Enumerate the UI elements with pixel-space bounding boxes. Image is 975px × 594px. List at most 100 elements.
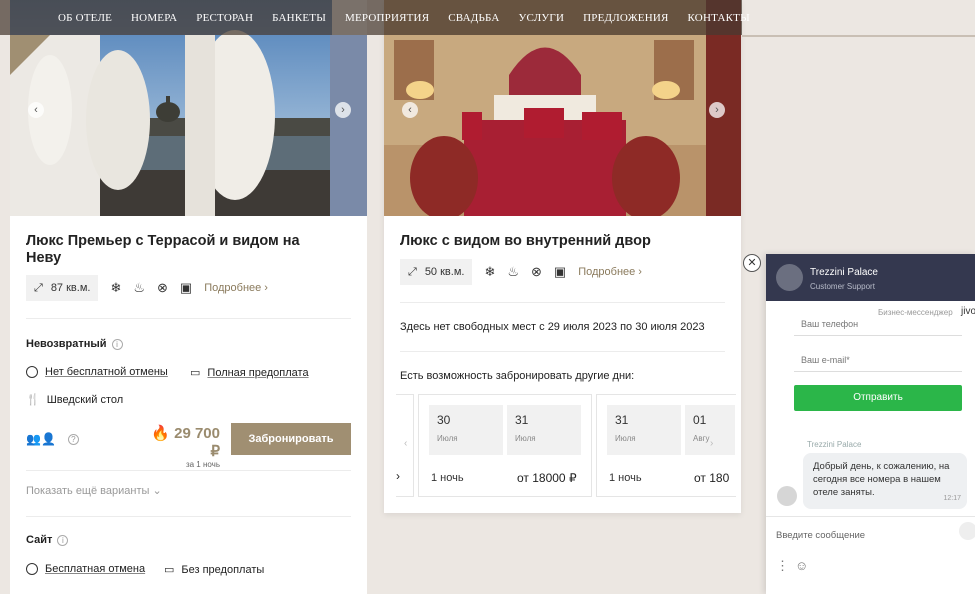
- date-price: от 18000 ₽: [517, 471, 577, 485]
- date-from: 30 Июля: [429, 405, 503, 455]
- book-button[interactable]: Забронировать: [231, 423, 351, 455]
- photo-prev-arrow[interactable]: ‹: [402, 102, 418, 118]
- cutlery-icon: 🍴: [26, 394, 40, 406]
- details-link[interactable]: Подробнее ›: [204, 282, 268, 294]
- meal-option: 🍴 Шведский стол: [26, 393, 124, 407]
- nav-divider: [742, 35, 975, 37]
- room-amenities: ⤢ 87 кв.м. ❄ ♨ ⊗ ▣ Подробнее ›: [26, 275, 268, 301]
- chat-title: Trezzini Palace: [810, 267, 878, 278]
- photo-prev-arrow[interactable]: ‹: [28, 102, 44, 118]
- date-price: от 180: [694, 471, 730, 485]
- jivo-logo: jivo: [961, 306, 975, 317]
- safe-icon: ▣: [179, 280, 193, 295]
- info-icon[interactable]: ?: [67, 433, 79, 445]
- message-text: Добрый день, к сожалению, на сегодня все…: [813, 461, 950, 498]
- nav-item[interactable]: ОБ ОТЕЛЕ: [58, 12, 112, 24]
- nav-item[interactable]: НОМЕРА: [131, 12, 177, 24]
- cancel-option: Нет бесплатной отмены: [26, 366, 168, 378]
- price-block: 🔥 29 700 ₽ за 1 ночь: [140, 424, 220, 469]
- photo-next-arrow[interactable]: ›: [335, 102, 351, 118]
- message-bubble: Добрый день, к сожалению, на сегодня все…: [803, 453, 967, 509]
- date-from: 31 Июля: [607, 405, 681, 455]
- emoji-icon[interactable]: ☺: [795, 558, 808, 574]
- card-off-icon: ▭: [164, 564, 175, 576]
- area-badge: ⤢ 87 кв.м.: [26, 275, 99, 301]
- chat-close-button[interactable]: ✕: [743, 254, 761, 272]
- no-smoking-icon: ⊗: [531, 264, 542, 279]
- agent-avatar: [776, 264, 803, 291]
- prepay-option: ▭ Полная предоплата: [190, 366, 309, 380]
- nav-item[interactable]: КОНТАКТЫ: [688, 12, 750, 24]
- expand-icon: ⤢: [408, 265, 417, 278]
- email-field[interactable]: Ваш e-mail*: [794, 350, 962, 372]
- date-to: 31 Июля: [507, 405, 581, 455]
- divider: [26, 516, 351, 517]
- room-amenities: ⤢ 50 кв.м. ❄ ♨ ⊗ ▣ Подробнее ›: [400, 259, 642, 285]
- area-badge: ⤢ 50 кв.м.: [400, 259, 473, 285]
- divider: [26, 470, 351, 471]
- free-cancel-text[interactable]: Бесплатная отмена: [45, 563, 145, 575]
- chat-header: Trezzini Palace Customer Support: [766, 254, 975, 301]
- heater-icon: ♨: [507, 264, 519, 279]
- info-icon[interactable]: i: [57, 534, 69, 546]
- room-card-premier: ‹ › Люкс Премьер с Террасой и видом на Н…: [10, 0, 367, 594]
- nav-item[interactable]: РЕСТОРАН: [196, 12, 253, 24]
- show-more-link[interactable]: Показать ещё варианты ⌄: [26, 484, 162, 497]
- nav-item[interactable]: ПРЕДЛОЖЕНИЯ: [583, 12, 668, 24]
- carousel-prev-icon[interactable]: ‹: [404, 438, 407, 449]
- photo-next-arrow[interactable]: ›: [709, 102, 725, 118]
- other-days-label: Есть возможность забронировать другие дн…: [400, 370, 635, 382]
- room-title: Люкс Премьер с Террасой и видом на Неву: [26, 233, 300, 266]
- nights-count: 1 ночь: [609, 472, 642, 484]
- no-cancel-icon: [26, 366, 38, 378]
- area-value: 87 кв.м.: [50, 282, 91, 294]
- info-icon[interactable]: i: [111, 338, 123, 350]
- cancel-text[interactable]: Нет бесплатной отмены: [45, 366, 168, 378]
- safe-icon: ▣: [553, 264, 567, 279]
- check-icon: [26, 563, 38, 575]
- no-rooms-message: Здесь нет свободных мест с 29 июля 2023 …: [400, 321, 705, 333]
- free-cancel-option: Бесплатная отмена: [26, 563, 145, 575]
- no-prepay-option: ▭ Без предоплаты: [164, 563, 265, 577]
- carousel-next-icon[interactable]: ›: [710, 438, 713, 449]
- meal-text: Шведский стол: [46, 393, 124, 406]
- price-value: 🔥 29 700 ₽: [151, 425, 220, 460]
- message-input[interactable]: Введите сообщение: [776, 530, 865, 541]
- chat-subtitle: Customer Support: [810, 282, 875, 291]
- date-options-carousel: › 30 Июля 31 Июля 1 ночь от 18000 ₽ 31 Июля…: [396, 394, 736, 498]
- details-link[interactable]: Подробнее ›: [578, 266, 642, 278]
- chat-tools: ⋮ ☺: [776, 558, 808, 574]
- heater-icon: ♨: [133, 280, 145, 295]
- card-icon: ▭: [190, 367, 201, 379]
- operator-avatar: [777, 486, 797, 506]
- no-prepay-text: Без предоплаты: [181, 563, 265, 576]
- guests-indicator: 👥👤 ?: [26, 432, 79, 446]
- divider: [26, 318, 351, 319]
- divider: [400, 302, 725, 303]
- no-smoking-icon: ⊗: [157, 280, 168, 295]
- send-contacts-button[interactable]: Отправить: [794, 385, 962, 411]
- guests-icon: 👥👤: [26, 432, 56, 446]
- tariff-name-site: Сайт i: [26, 534, 69, 546]
- area-value: 50 кв.м.: [424, 266, 465, 278]
- price-per-night: за 1 ночь: [185, 460, 220, 469]
- chat-widget: Trezzini Palace Customer Support Бизнес-…: [766, 254, 975, 594]
- phone-field[interactable]: Ваш телефон: [794, 314, 962, 336]
- nav-item[interactable]: СВАДЬБА: [448, 12, 499, 24]
- divider: [766, 516, 975, 517]
- date-option[interactable]: 30 Июля 31 Июля 1 ночь от 18000 ₽: [418, 394, 592, 497]
- snowflake-icon: ❄: [110, 280, 122, 295]
- send-icon[interactable]: [959, 522, 975, 540]
- expand-icon: ⤢: [34, 281, 43, 294]
- date-option[interactable]: 31 Июля 01 Авгу 1 ночь от 180: [596, 394, 736, 497]
- more-icon[interactable]: ⋮: [776, 558, 789, 574]
- nav-item[interactable]: БАНКЕТЫ: [272, 12, 326, 24]
- message-time: 12:17: [943, 495, 961, 502]
- room-card-courtyard: ‹ › Люкс с видом во внутренний двор ⤢ 50…: [384, 0, 741, 513]
- tariff-name-nonrefundable: Невозвратный i: [26, 338, 123, 350]
- nav-item[interactable]: УСЛУГИ: [519, 12, 565, 24]
- snowflake-icon: ❄: [484, 264, 496, 279]
- prepay-text[interactable]: Полная предоплата: [207, 367, 308, 379]
- nav-item[interactable]: МЕРОПРИЯТИЯ: [345, 12, 429, 24]
- divider: [400, 351, 725, 352]
